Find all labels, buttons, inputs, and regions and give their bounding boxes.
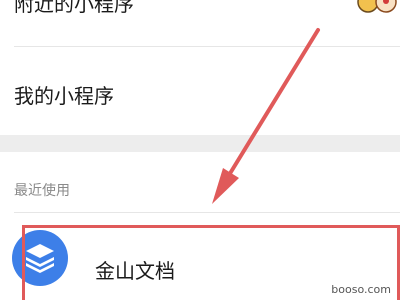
nearby-mini-programs-row[interactable]: 附近的小程序 [0, 0, 400, 46]
watermark: booso.com [328, 282, 394, 297]
section-separator [0, 135, 400, 152]
nearby-avatar-icon [357, 0, 397, 13]
recent-section-title: 最近使用 [14, 183, 70, 199]
my-mini-programs-row[interactable]: 我的小程序 [0, 47, 400, 135]
nearby-mini-programs-label: 附近的小程序 [14, 0, 134, 16]
my-mini-programs-label: 我的小程序 [14, 84, 114, 108]
recent-section-header: 最近使用 [0, 152, 400, 212]
mini-program-page: 附近的小程序 我的小程序 最近使用 金山文档 booso.com [0, 0, 400, 300]
